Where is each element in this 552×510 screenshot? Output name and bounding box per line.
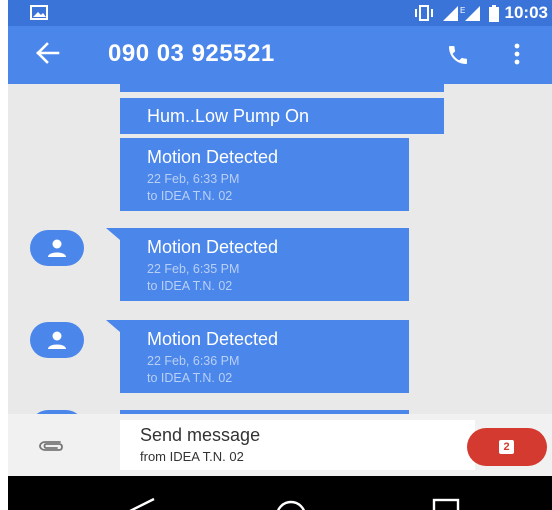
message-recipient: to IDEA T.N. 02 xyxy=(147,279,233,293)
message-time: 22 Feb, 6:35 PM xyxy=(147,262,240,276)
message-bubble[interactable]: Motion Detected 22 Feb, 6:35 PM to IDEA … xyxy=(120,228,409,301)
compose-bar: Send message from IDEA T.N. 02 2 xyxy=(8,414,552,476)
status-time: 10:03 xyxy=(504,3,548,22)
nav-recents-icon[interactable] xyxy=(431,498,461,510)
message-input[interactable]: Send message from IDEA T.N. 02 xyxy=(120,420,475,470)
svg-text:E: E xyxy=(460,6,465,15)
message-recipient: to IDEA T.N. 02 xyxy=(147,189,233,203)
message-placeholder: Send message xyxy=(140,425,261,445)
paperclip-icon[interactable] xyxy=(38,436,64,459)
phone-icon[interactable] xyxy=(446,43,470,72)
nav-home-icon[interactable] xyxy=(273,498,309,510)
message-time: 22 Feb, 6:33 PM xyxy=(147,172,240,186)
image-icon xyxy=(30,5,48,25)
bubble-tail xyxy=(106,228,120,240)
sim-badge: 2 xyxy=(499,440,514,454)
avatar[interactable] xyxy=(30,322,84,358)
signal-icon: E xyxy=(441,4,483,27)
message-time: 22 Feb, 6:36 PM xyxy=(147,354,240,368)
message-recipient: to IDEA T.N. 02 xyxy=(147,371,233,385)
back-arrow-icon[interactable] xyxy=(36,42,60,69)
message-bubble[interactable] xyxy=(120,84,444,92)
navigation-bar xyxy=(8,476,552,510)
status-bar: E 10:03 xyxy=(8,0,552,26)
person-icon xyxy=(48,331,66,349)
sim-label: from IDEA T.N. 02 xyxy=(140,449,244,464)
message-text: Motion Detected xyxy=(147,237,279,257)
message-text: Hum..Low Pump On xyxy=(147,106,310,126)
person-icon xyxy=(48,239,66,257)
contact-title: 090 03 925521 xyxy=(108,40,275,67)
message-text: Motion Detected xyxy=(147,147,279,167)
bubble-tail xyxy=(106,320,120,332)
battery-icon xyxy=(488,5,500,27)
message-text: Motion Detected xyxy=(147,329,279,349)
message-bubble[interactable]: Motion Detected 22 Feb, 6:36 PM to IDEA … xyxy=(120,320,409,393)
message-bubble[interactable]: Motion Detected 22 Feb, 6:33 PM to IDEA … xyxy=(120,138,409,211)
vibrate-icon xyxy=(413,5,435,26)
nav-back-icon[interactable] xyxy=(126,497,158,510)
more-vert-icon[interactable] xyxy=(513,43,521,70)
conversation-list[interactable]: Hum..Low Pump On Motion Detected 22 Feb,… xyxy=(8,84,552,414)
send-button[interactable]: 2 xyxy=(467,428,547,466)
messaging-screen: E 10:03 090 03 925521 Hum..Low Pump On M… xyxy=(8,0,552,510)
message-bubble[interactable]: Hum..Low Pump On xyxy=(120,98,444,134)
avatar[interactable] xyxy=(30,230,84,266)
app-bar: 090 03 925521 xyxy=(8,26,552,84)
